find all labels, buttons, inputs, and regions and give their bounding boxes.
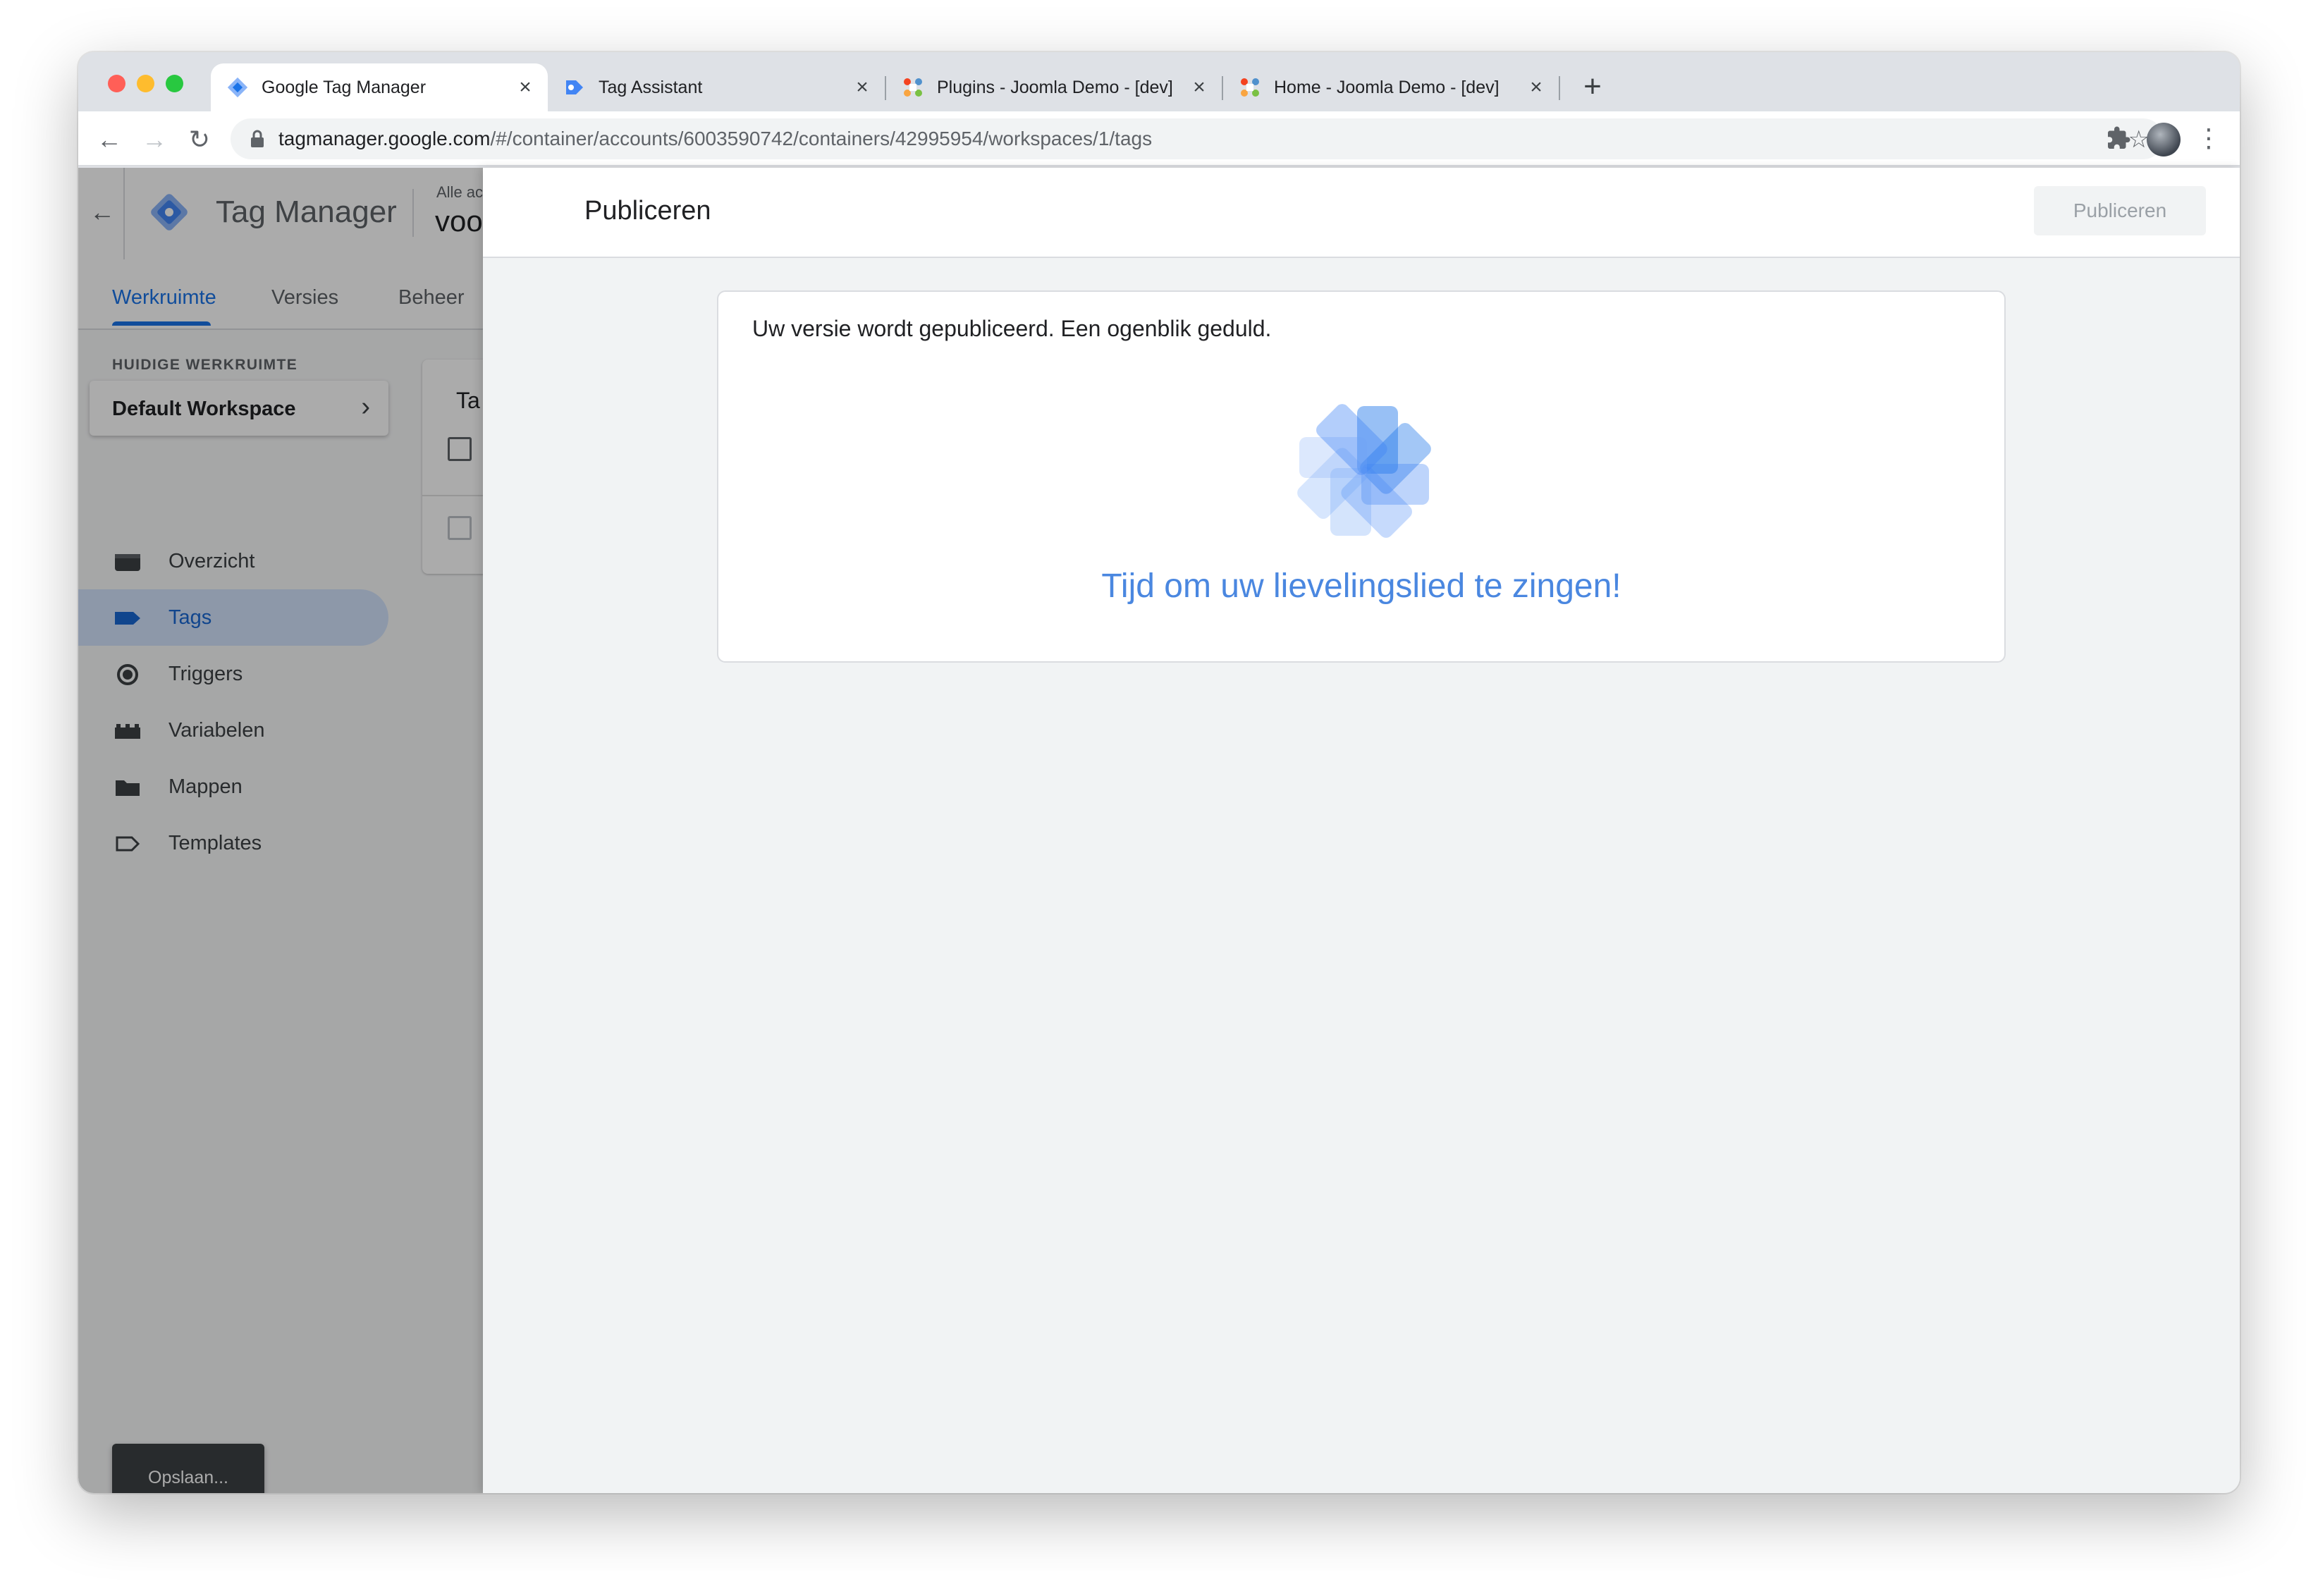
joomla-icon [904, 78, 922, 97]
fun-waiting-text: Tijd om uw lievelingslied te zingen! [1101, 567, 1621, 605]
page-content: ← Tag Manager Alle ac voo Werkruimte Ver… [78, 168, 2240, 1493]
panel-title: Publiceren [584, 196, 711, 226]
close-tab-icon[interactable]: × [1522, 73, 1550, 102]
url-path: /#/container/accounts/6003590742/contain… [490, 128, 1153, 149]
window-controls [108, 75, 183, 92]
close-tab-icon[interactable]: × [1185, 73, 1213, 102]
publish-panel: Publiceren Publiceren Uw versie wordt ge… [483, 168, 2240, 1493]
tab-title: Google Tag Manager [262, 77, 427, 97]
tab-plugins-joomla[interactable]: Plugins - Joomla Demo - [dev] × [886, 63, 1222, 111]
browser-toolbar: ← → ↻ tagmanager.google.com/#/container/… [78, 111, 2240, 166]
modal-scrim [78, 168, 483, 1493]
lock-icon [251, 130, 264, 147]
url-host: tagmanager.google.com [278, 128, 491, 149]
tab-home-joomla[interactable]: Home - Joomla Demo - [dev] × [1223, 63, 1559, 111]
browser-window: Google Tag Manager × Tag Assistant × Plu… [78, 52, 2240, 1493]
maximize-window-button[interactable] [166, 75, 183, 92]
url-text: tagmanager.google.com/#/container/accoun… [278, 128, 1152, 150]
extensions-puzzle-icon[interactable] [2106, 125, 2131, 151]
tab-google-tag-manager[interactable]: Google Tag Manager × [211, 63, 548, 111]
joomla-icon [1241, 78, 1259, 97]
publish-button[interactable]: Publiceren [2034, 186, 2206, 235]
publish-panel-header: Publiceren Publiceren [483, 168, 2240, 258]
browser-menu-icon[interactable]: ⋮ [2196, 123, 2221, 154]
profile-avatar[interactable] [2147, 123, 2181, 156]
pinwheel-spinner-icon [1297, 404, 1431, 538]
forward-button[interactable]: → [139, 124, 170, 155]
close-tab-icon[interactable]: × [511, 73, 539, 102]
tab-strip: Google Tag Manager × Tag Assistant × Plu… [78, 52, 2240, 111]
tab-tag-assistant[interactable]: Tag Assistant × [548, 63, 885, 111]
publishing-message: Uw versie wordt gepubliceerd. Een ogenbl… [752, 316, 1272, 341]
tab-title: Tag Assistant [599, 77, 703, 97]
address-bar[interactable]: tagmanager.google.com/#/container/accoun… [231, 118, 2164, 159]
tab-title: Plugins - Joomla Demo - [dev] [937, 77, 1173, 97]
publishing-card: Uw versie wordt gepubliceerd. Een ogenbl… [717, 290, 2006, 663]
gtm-icon [227, 77, 248, 98]
tag-assistant-icon [566, 80, 583, 94]
tab-title: Home - Joomla Demo - [dev] [1274, 77, 1500, 97]
back-button[interactable]: ← [94, 124, 125, 155]
reload-button[interactable]: ↻ [184, 124, 215, 155]
tab-separator [1559, 76, 1560, 100]
minimize-window-button[interactable] [137, 75, 154, 92]
new-tab-button[interactable]: + [1576, 70, 1609, 104]
close-window-button[interactable] [108, 75, 125, 92]
close-tab-icon[interactable]: × [848, 73, 876, 102]
